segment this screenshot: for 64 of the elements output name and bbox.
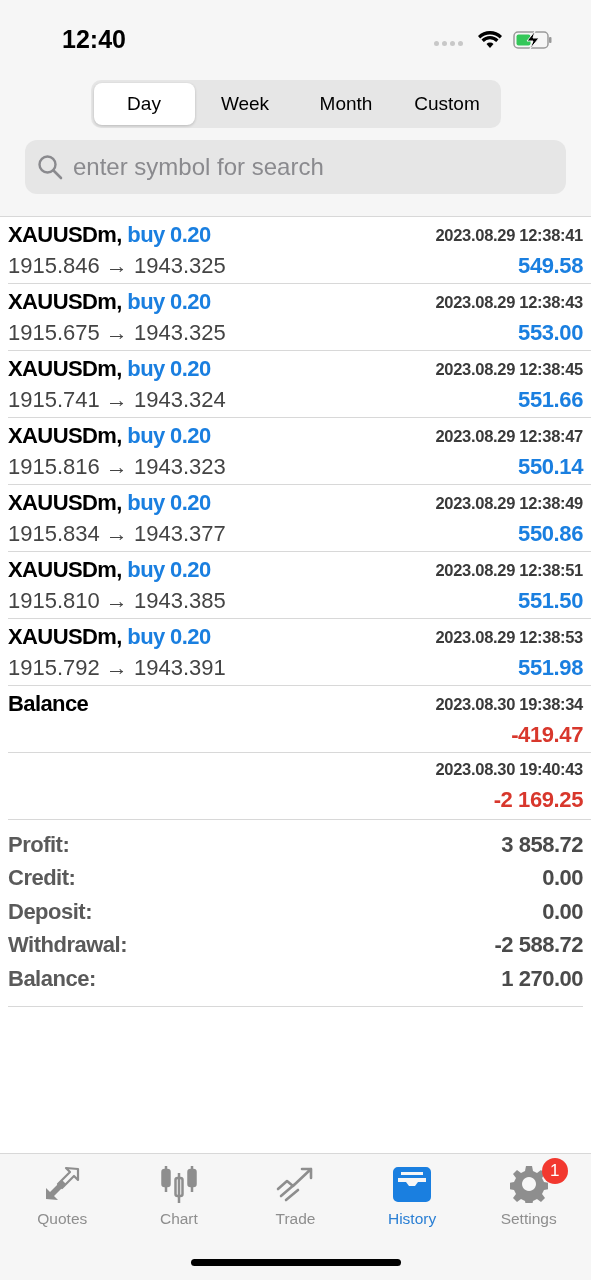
tab-bar-item[interactable]: Trade [237,1156,354,1228]
summary-label: Withdrawal: [8,932,127,959]
summary-value: 3 858.72 [501,831,583,858]
deal-title: XAUUSDm, buy 0.20 [8,556,212,584]
search-field[interactable]: enter symbol for search [25,140,566,194]
deal-amount: -2 169.25 [493,785,583,813]
summary-label: Credit: [8,865,76,892]
summary-label: Balance: [8,965,96,992]
deal-amount: 550.14 [518,452,583,480]
deal-prices: 1915.816 → 1943.323 [8,452,227,480]
signal-dots-icon [434,40,463,46]
summary-label: Deposit: [8,898,92,925]
deal-prices: 1915.792 → 1943.391 [8,653,227,681]
deal-time: 2023.08.29 12:38:53 [435,627,583,648]
deal-amount: 551.66 [518,385,583,413]
search-icon [37,154,63,180]
deal-time: 2023.08.29 12:38:41 [435,225,583,246]
period-tab[interactable]: Day [93,83,195,125]
summary-value: 0.00 [542,865,583,892]
deal-title: Balance [8,690,90,718]
tab-bar-item[interactable]: History [353,1156,471,1228]
deal-title: XAUUSDm, buy 0.20 [8,355,212,383]
deal-amount: 551.50 [518,586,583,614]
summary-label: Profit: [8,831,70,858]
deal-time: 2023.08.29 12:38:43 [435,292,583,313]
candlestick-icon [158,1165,199,1203]
deal-time: 2023.08.29 12:38:47 [435,426,583,447]
battery-charging-icon [513,30,553,50]
deal-amount: 550.86 [518,519,583,547]
deal-time: 2023.08.29 12:38:49 [435,493,583,514]
deal-title: XAUUSDm, buy 0.20 [8,489,212,517]
gear-icon [509,1165,548,1203]
deal-prices: 1915.834 → 1943.377 [8,519,227,547]
tab-bar-item[interactable]: 1 Settings [470,1156,587,1228]
period-tab[interactable]: Custom [396,83,498,125]
deal-time: 2023.08.30 19:38:34 [435,694,583,715]
deal-time: 2023.08.30 19:40:43 [435,759,583,780]
deal-prices: 1915.675 → 1943.325 [8,318,227,346]
deal-amount: 549.58 [518,251,583,279]
deal-prices: 1915.741 → 1943.324 [8,385,227,413]
deal-time: 2023.08.29 12:38:45 [435,359,583,380]
deal-title: XAUUSDm, buy 0.20 [8,623,212,651]
deal-prices: 1915.810 → 1943.385 [8,586,227,614]
deal-title: XAUUSDm, buy 0.20 [8,221,212,249]
deal-amount: 551.98 [518,653,583,681]
search-input[interactable]: enter symbol for search [71,152,554,182]
deal-time: 2023.08.29 12:38:51 [435,560,583,581]
period-tab[interactable]: Week [194,83,296,125]
notification-badge: 1 [541,1158,568,1184]
deal-title: XAUUSDm, buy 0.20 [8,422,212,450]
status-time: 12:40 [62,24,126,55]
deal-amount: -419.47 [511,720,583,748]
tab-bar-item[interactable]: Quotes [4,1156,121,1228]
deal-title: XAUUSDm, buy 0.20 [8,288,212,316]
wifi-icon [477,30,503,50]
tab-bar-item[interactable]: Chart [120,1156,238,1228]
home-indicator[interactable] [191,1259,401,1266]
summary-value: -2 588.72 [494,932,583,959]
summary-value: 0.00 [542,898,583,925]
deal-prices: 1915.846 → 1943.325 [8,251,227,279]
inbox-tray-icon [392,1166,433,1202]
deal-amount: 553.00 [518,318,583,346]
period-tab[interactable]: Month [295,83,397,125]
summary-value: 1 270.00 [501,965,583,992]
